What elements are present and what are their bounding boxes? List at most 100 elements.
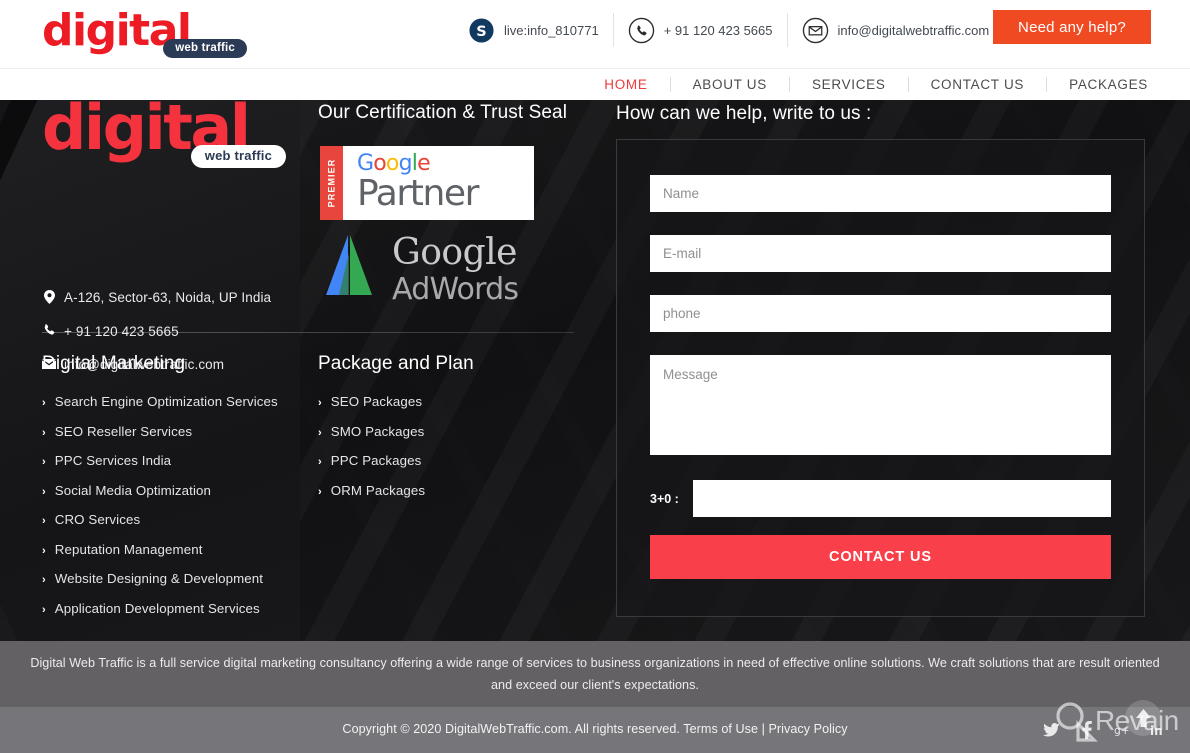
- digital-marketing-link-list: › Search Engine Optimization Services › SE…: [42, 394, 322, 616]
- captcha-input[interactable]: [692, 480, 1111, 517]
- header-contact-phone-text: + 91 120 423 5665: [663, 22, 773, 38]
- message-textarea[interactable]: [650, 355, 1111, 455]
- chevron-right-icon: ›: [42, 426, 46, 439]
- chevron-right-icon: ›: [318, 485, 322, 498]
- terms-of-use-link[interactable]: Terms of Use: [683, 722, 758, 736]
- chevron-right-icon: ›: [42, 485, 46, 498]
- list-item-label: Search Engine Optimization Services: [54, 394, 278, 409]
- phone-icon: [628, 17, 654, 43]
- phone-input[interactable]: [650, 295, 1111, 332]
- chevron-right-icon: ›: [42, 574, 46, 586]
- arrow-up-icon: [1135, 709, 1151, 727]
- list-item[interactable]: › PPC Packages: [318, 453, 568, 468]
- nav-item-contact-us[interactable]: CONTACT US: [909, 77, 1048, 92]
- list-item-label: PPC Services India: [54, 453, 172, 468]
- header-contact-skype[interactable]: S live:info_810771: [468, 13, 614, 47]
- footer-column-digital-marketing: Digital Marketing › Search Engine Optimiz…: [42, 353, 322, 630]
- chevron-right-icon: ›: [42, 544, 46, 557]
- map-pin-icon: [42, 290, 56, 308]
- chevron-right-icon: ›: [42, 397, 46, 409]
- footer-address-text: A-126, Sector-63, Noida, UP India: [64, 290, 272, 305]
- chevron-right-icon: ›: [318, 456, 322, 468]
- list-item[interactable]: › Website Designing & Development: [42, 571, 322, 586]
- main-navigation: HOME ABOUT US SERVICES CONTACT US PACKAG…: [0, 68, 1190, 100]
- list-item-label: SEO Packages: [330, 394, 423, 409]
- footer-column-package-and-plan: Package and Plan › SEO Packages › SMO Pack…: [318, 353, 568, 512]
- email-input[interactable]: [650, 235, 1111, 272]
- captcha-label: 3+0 :: [650, 491, 679, 506]
- list-item-label: PPC Packages: [330, 453, 422, 468]
- copyright-text: Copyright © 2020 DigitalWebTraffic.com. …: [0, 722, 1190, 736]
- adwords-google-text: Google: [392, 232, 517, 273]
- footer-divider: [42, 332, 574, 333]
- site-description-strip: Digital Web Traffic is a full service di…: [0, 641, 1190, 707]
- header-contact-email[interactable]: info@digitalwebtraffic.com: [788, 13, 1004, 47]
- footer-main: digital web traffic A-126, Sector-63, No…: [0, 100, 1190, 641]
- list-item-label: SEO Reseller Services: [54, 423, 193, 439]
- contact-form: 3+0 : CONTACT US: [616, 139, 1145, 617]
- top-header: digital web traffic S live:info_810771 +…: [0, 0, 1190, 68]
- nav-item-about-us[interactable]: ABOUT US: [671, 77, 790, 92]
- header-contact-strip: S live:info_810771 + 91 120 423 5665 inf…: [468, 13, 1003, 47]
- list-item-label: CRO Services: [54, 512, 141, 527]
- certification-title: Our Certification & Trust Seal: [318, 102, 568, 123]
- google-partner-premier-ribbon: PREMIER: [320, 146, 343, 220]
- adwords-adwords-text: AdWords: [392, 272, 519, 307]
- chevron-right-icon: ›: [42, 603, 46, 616]
- footer-logo[interactable]: digital web traffic: [42, 100, 292, 178]
- list-item-label: Application Development Services: [54, 600, 260, 616]
- nav-item-home[interactable]: HOME: [582, 77, 671, 92]
- nav-item-services[interactable]: SERVICES: [790, 77, 909, 92]
- list-item[interactable]: › PPC Services India: [42, 453, 322, 468]
- list-item[interactable]: › Application Development Services: [42, 601, 322, 616]
- package-plan-link-list: › SEO Packages › SMO Packages › PPC Package…: [318, 394, 568, 498]
- site-logo[interactable]: digital web traffic: [42, 8, 247, 60]
- contact-us-submit-button[interactable]: CONTACT US: [650, 535, 1111, 579]
- copyright-separator: |: [758, 722, 769, 736]
- google-partner-word: Partner: [357, 173, 479, 214]
- privacy-policy-link[interactable]: Privacy Policy: [768, 722, 847, 736]
- chevron-right-icon: ›: [42, 456, 46, 468]
- list-item[interactable]: › SEO Packages: [318, 394, 568, 409]
- list-item[interactable]: › SMO Packages: [318, 424, 568, 439]
- footer-column-title-digital-marketing: Digital Marketing: [42, 353, 186, 374]
- list-item-label: Website Designing & Development: [54, 571, 264, 586]
- list-item[interactable]: › ORM Packages: [318, 483, 568, 498]
- list-item[interactable]: › SEO Reseller Services: [42, 424, 322, 439]
- copyright-prefix: Copyright © 2020 DigitalWebTraffic.com. …: [342, 722, 684, 736]
- footer-address-row: A-126, Sector-63, Noida, UP India: [42, 290, 312, 308]
- list-item[interactable]: › Search Engine Optimization Services: [42, 394, 322, 409]
- scroll-to-top-button[interactable]: [1125, 700, 1161, 736]
- list-item[interactable]: › CRO Services: [42, 512, 322, 527]
- nav-item-packages[interactable]: PACKAGES: [1047, 77, 1148, 92]
- svg-text:S: S: [476, 23, 486, 39]
- header-contact-skype-text: live:info_810771: [504, 22, 599, 38]
- envelope-icon: [802, 17, 828, 43]
- list-item-label: Social Media Optimization: [54, 482, 211, 498]
- list-item-label: SMO Packages: [330, 423, 425, 439]
- contact-form-title: How can we help, write to us :: [616, 103, 872, 124]
- header-contact-email-text: info@digitalwebtraffic.com: [837, 22, 990, 38]
- skype-icon: S: [469, 17, 494, 43]
- chevron-right-icon: ›: [318, 426, 322, 439]
- list-item-label: Reputation Management: [54, 541, 203, 557]
- google-partner-premier-text: PREMIER: [326, 158, 337, 208]
- list-item[interactable]: › Social Media Optimization: [42, 483, 322, 498]
- facebook-icon[interactable]: [1078, 721, 1096, 739]
- google-partner-badge: PREMIER Google Partner: [320, 146, 534, 220]
- name-input[interactable]: [650, 175, 1111, 212]
- google-adwords-badge: Google AdWords: [318, 233, 578, 308]
- twitter-icon[interactable]: [1042, 721, 1060, 739]
- footer-column-title-package-and-plan: Package and Plan: [318, 353, 474, 374]
- footer-logo-tagline: web traffic: [190, 145, 286, 168]
- header-contact-phone[interactable]: + 91 120 423 5665: [614, 13, 788, 47]
- adwords-logo-icon: [326, 235, 372, 295]
- list-item-label: ORM Packages: [330, 482, 426, 498]
- copyright-bar: Copyright © 2020 DigitalWebTraffic.com. …: [0, 707, 1190, 753]
- need-any-help-button[interactable]: Need any help?: [993, 10, 1151, 44]
- list-item[interactable]: › Reputation Management: [42, 542, 322, 557]
- chevron-right-icon: ›: [42, 515, 46, 527]
- chevron-right-icon: ›: [318, 397, 322, 409]
- logo-tagline: web traffic: [163, 39, 247, 58]
- captcha-row: 3+0 :: [650, 480, 1111, 517]
